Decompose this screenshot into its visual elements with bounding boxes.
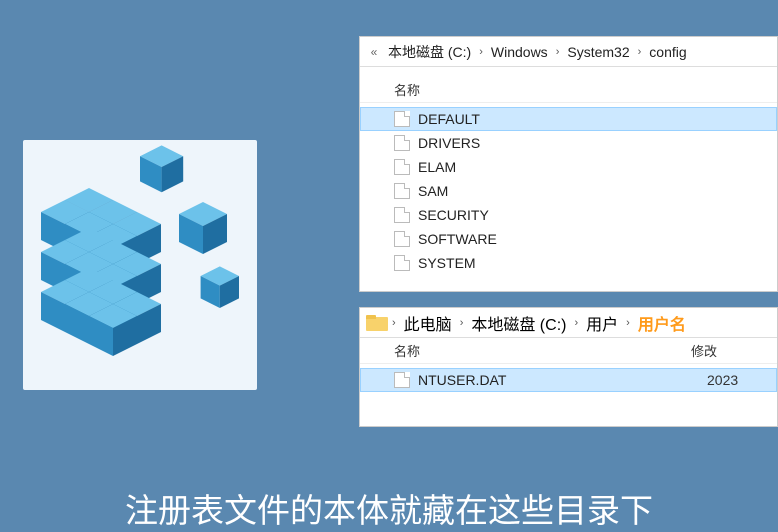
breadcrumb-ellipsis[interactable]: « [364,45,384,59]
file-name: NTUSER.DAT [418,372,707,388]
file-name: SECURITY [418,207,759,223]
breadcrumb-item[interactable]: 本地磁盘 (C:) [467,311,570,335]
file-item[interactable]: DRIVERS [360,131,777,155]
file-list: DEFAULT DRIVERS ELAM SAM SECURITY SOFTWARE SYS… [360,103,777,279]
file-item[interactable]: NTUSER.DAT2023 [360,368,777,392]
breadcrumb-item[interactable]: 此电脑 [400,311,456,335]
column-date[interactable]: 修改 [691,341,743,360]
file-icon [394,135,410,151]
breadcrumb-item[interactable]: config [645,44,690,60]
file-name: SAM [418,183,759,199]
file-item[interactable]: DEFAULT [360,107,777,131]
file-icon [394,255,410,271]
breadcrumb[interactable]: › 此电脑 › 本地磁盘 (C:) › 用户 › 用户名 [360,308,777,338]
file-icon [394,183,410,199]
file-icon [394,111,410,127]
chevron-right-icon: › [552,46,564,58]
caption-text: 注册表文件的本体就藏在这些目录下 [0,484,778,532]
file-item[interactable]: SECURITY [360,203,777,227]
file-name: DRIVERS [418,135,759,151]
file-item[interactable]: SAM [360,179,777,203]
chevron-right-icon: › [622,317,634,329]
file-name: SYSTEM [418,255,759,271]
file-icon [394,372,410,388]
explorer-window-config: « 本地磁盘 (C:) › Windows › System32 › confi… [359,36,778,292]
breadcrumb-username[interactable]: 用户名 [634,311,690,335]
chevron-right-icon: › [388,317,400,329]
file-name: ELAM [418,159,759,175]
file-item[interactable]: ELAM [360,155,777,179]
file-list: NTUSER.DAT2023 [360,364,777,396]
chevron-right-icon: › [475,46,487,58]
file-icon [394,159,410,175]
chevron-right-icon: › [456,317,468,329]
file-item[interactable]: SYSTEM [360,251,777,275]
column-header-row: 名称 [360,67,777,103]
file-icon [394,231,410,247]
breadcrumb-item[interactable]: 用户 [582,311,622,335]
file-name: SOFTWARE [418,231,759,247]
registry-cube-icon [23,140,257,390]
column-name[interactable]: 名称 [394,341,691,360]
explorer-window-user: › 此电脑 › 本地磁盘 (C:) › 用户 › 用户名 名称 修改 NTUSE… [359,307,778,427]
column-name[interactable]: 名称 [394,80,743,99]
file-icon [394,207,410,223]
chevron-right-icon: › [570,317,582,329]
chevron-right-icon: › [634,46,646,58]
file-date: 2023 [707,372,759,388]
breadcrumb-item[interactable]: System32 [563,44,633,60]
breadcrumb-item[interactable]: Windows [487,44,552,60]
breadcrumb-item[interactable]: 本地磁盘 (C:) [384,42,475,62]
breadcrumb[interactable]: « 本地磁盘 (C:) › Windows › System32 › confi… [360,37,777,67]
folder-icon [366,315,388,331]
file-item[interactable]: SOFTWARE [360,227,777,251]
column-header-row: 名称 修改 [360,338,777,364]
file-name: DEFAULT [418,111,759,127]
